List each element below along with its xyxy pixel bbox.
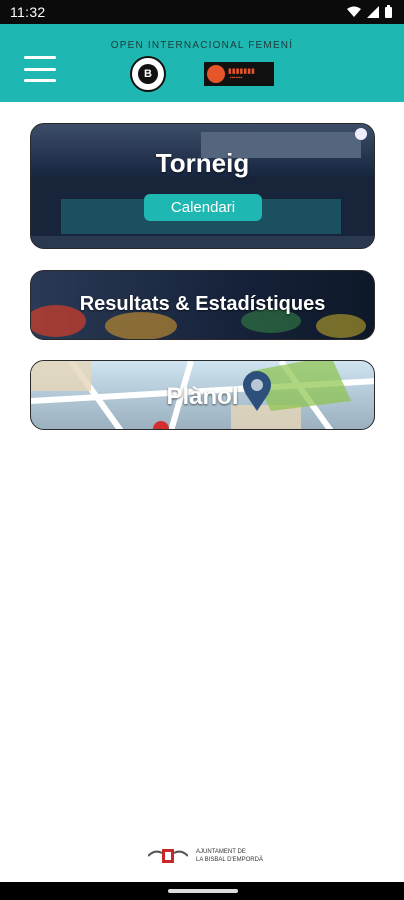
resultats-title: Resultats & Estadístiques	[79, 293, 326, 315]
wifi-icon	[347, 6, 361, 17]
club-logo-icon: B	[130, 56, 166, 92]
app-header: OPEN INTERNACIONAL FEMENÍ B ▮▮▮▮▮▮▮ ▪▪▪▪…	[0, 24, 404, 102]
hamburger-menu-icon[interactable]	[24, 56, 56, 82]
resultats-card[interactable]: Resultats & Estadístiques	[30, 270, 375, 340]
home-gesture-bar[interactable]	[168, 889, 238, 893]
torneig-card[interactable]: Torneig Calendari	[30, 123, 375, 249]
stadium-image	[31, 128, 374, 248]
footer-line2: LA BISBAL D'EMPORDÀ	[196, 857, 263, 863]
battery-icon	[385, 5, 392, 18]
torneig-title: Torneig	[155, 148, 250, 178]
planol-card[interactable]: Plànol	[30, 360, 375, 430]
system-navbar	[0, 882, 404, 900]
planol-title: Plànol	[166, 383, 239, 410]
sponsor-logo-icon: ▮▮▮▮▮▮▮ ▪▪▪▪▪▪▪	[204, 62, 274, 86]
calendari-button[interactable]: Calendari	[144, 194, 262, 221]
status-bar: 11:32	[0, 0, 404, 24]
signal-icon	[367, 5, 379, 18]
status-time: 11:32	[10, 4, 46, 20]
status-icons	[347, 5, 392, 18]
header-subtitle: OPEN INTERNACIONAL FEMENÍ	[110, 40, 294, 51]
footer-line1: AJUNTAMENT DE	[196, 849, 246, 855]
town-emblem-icon	[148, 849, 188, 863]
footer-logo: AJUNTAMENT DE LA BISBAL D'EMPORDÀ	[148, 845, 263, 867]
